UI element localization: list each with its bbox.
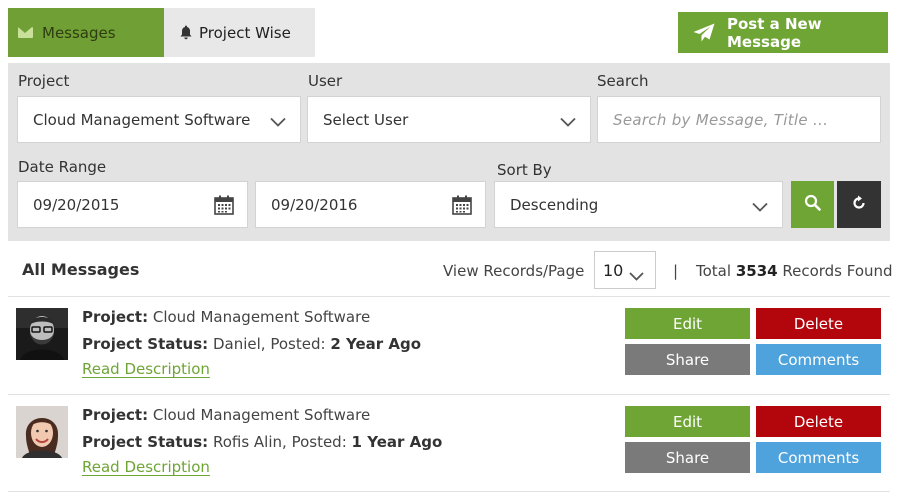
sort-by-value: Descending (510, 195, 599, 214)
list-item: Project: Cloud Management Software Proje… (8, 297, 890, 395)
calendar-icon[interactable] (214, 195, 234, 219)
project-key: Project: (82, 406, 149, 424)
sort-by-select[interactable]: Descending (494, 181, 783, 228)
search-button[interactable] (791, 181, 834, 228)
post-new-message-button[interactable]: Post a New Message (678, 12, 888, 53)
posted-value: 1 Year Ago (351, 433, 443, 451)
comments-button[interactable]: Comments (756, 344, 881, 375)
date-from-value: 09/20/2015 (33, 195, 120, 214)
date-to-value: 09/20/2016 (271, 195, 358, 214)
status-key: Project Status: (82, 335, 209, 353)
project-line: Project: Cloud Management Software (82, 308, 370, 326)
search-input[interactable]: Search by Message, Title ... (597, 96, 881, 143)
delete-button[interactable]: Delete (756, 308, 881, 339)
reset-button[interactable] (837, 181, 881, 228)
edit-button[interactable]: Edit (625, 308, 750, 339)
separator: | (673, 262, 679, 280)
bell-icon (180, 25, 192, 40)
chevron-down-icon (629, 266, 644, 285)
project-value: Cloud Management Software (152, 308, 371, 326)
post-new-message-label: Post a New Message (727, 14, 822, 51)
author-name: Rofis Alin, (212, 433, 287, 451)
user-select-value: Select User (323, 110, 409, 129)
project-label: Project (18, 72, 70, 90)
posted-key: Posted: (270, 335, 326, 353)
list-item: Project: Cloud Management Software Proje… (8, 395, 890, 493)
user-select[interactable]: Select User (307, 96, 591, 143)
avatar (16, 406, 68, 458)
posted-value: 2 Year Ago (330, 335, 422, 353)
status-line: Project Status: Daniel, Posted: 2 Year A… (82, 335, 421, 353)
all-messages-title: All Messages (22, 260, 140, 279)
total-count: 3534 (735, 262, 778, 280)
share-button[interactable]: Share (625, 442, 750, 473)
tab-project-wise-label: Project Wise (199, 23, 291, 42)
records-per-page-select[interactable]: 10 (594, 251, 656, 289)
date-range-label: Date Range (18, 158, 107, 176)
chevron-down-icon (752, 198, 768, 216)
status-key: Project Status: (82, 433, 209, 451)
date-from-input[interactable]: 09/20/2015 (17, 181, 248, 228)
user-label: User (308, 72, 343, 90)
search-placeholder: Search by Message, Title ... (613, 110, 829, 129)
delete-button[interactable]: Delete (756, 406, 881, 437)
view-records-label: View Records/Page (443, 262, 585, 280)
share-button[interactable]: Share (625, 344, 750, 375)
tab-project-wise[interactable]: Project Wise (164, 8, 315, 57)
date-to-input[interactable]: 09/20/2016 (255, 181, 486, 228)
divider (8, 491, 890, 492)
comments-button[interactable]: Comments (756, 442, 881, 473)
chevron-down-icon (270, 113, 286, 131)
posted-key: Posted: (291, 433, 347, 451)
envelope-icon (18, 27, 33, 38)
project-select-value: Cloud Management Software (33, 110, 251, 129)
tab-messages-label: Messages (42, 23, 116, 42)
tab-messages[interactable]: Messages (8, 8, 164, 57)
chevron-down-icon (560, 113, 576, 131)
sort-by-label: Sort By (497, 161, 552, 179)
paper-plane-icon (693, 23, 715, 42)
project-key: Project: (82, 308, 149, 326)
calendar-icon[interactable] (452, 195, 472, 219)
total-prefix: Total (696, 262, 732, 280)
project-value: Cloud Management Software (152, 406, 371, 424)
project-select[interactable]: Cloud Management Software (17, 96, 301, 143)
total-suffix: Records Found (782, 262, 893, 280)
total-records: Total 3534 Records Found (696, 262, 893, 280)
project-line: Project: Cloud Management Software (82, 406, 370, 424)
refresh-icon (851, 195, 867, 215)
author-name: Daniel, (212, 335, 266, 353)
avatar (16, 308, 68, 360)
search-icon (804, 194, 821, 215)
records-per-page-value: 10 (603, 260, 624, 280)
read-description-link[interactable]: Read Description (82, 360, 210, 378)
edit-button[interactable]: Edit (625, 406, 750, 437)
status-line: Project Status: Rofis Alin, Posted: 1 Ye… (82, 433, 442, 451)
search-label: Search (597, 72, 649, 90)
read-description-link[interactable]: Read Description (82, 458, 210, 476)
